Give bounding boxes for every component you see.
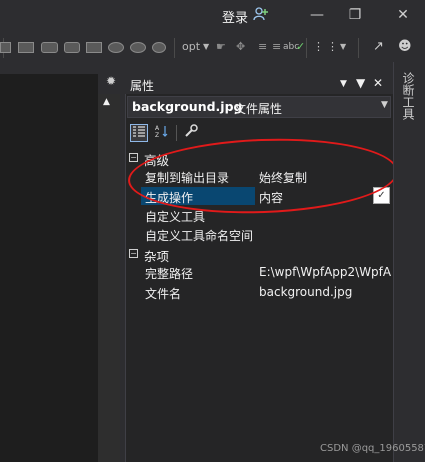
toolbar-separator [358, 38, 359, 58]
chevron-down-icon[interactable]: ▼ [381, 100, 388, 110]
close-icon[interactable]: ✕ [373, 76, 383, 90]
selected-object-name: background.jpg [132, 99, 243, 114]
rect-shape-icon[interactable] [86, 42, 102, 53]
ellipse-shape-icon[interactable] [152, 42, 166, 53]
person-plus-icon[interactable] [253, 6, 269, 22]
categorized-icon[interactable] [130, 124, 148, 142]
properties-header [125, 74, 393, 94]
property-name[interactable]: 自定义工具 [145, 208, 205, 225]
rounded-rect-shape-icon[interactable] [41, 42, 58, 53]
align-icon[interactable]: ≡ [258, 38, 267, 56]
alphabetical-icon[interactable]: AZ [153, 124, 171, 142]
editor-area[interactable] [0, 74, 98, 462]
uncomment-icon[interactable]: ⋮ [327, 38, 338, 56]
chevron-down-icon[interactable]: ▼ [340, 38, 346, 56]
toolbar-separator [174, 38, 175, 58]
pin-icon[interactable]: ▼ [356, 76, 365, 90]
iconbar-separator [176, 125, 177, 141]
close-icon[interactable]: ✕ [392, 6, 414, 24]
check-icon[interactable]: ✓ [296, 38, 305, 56]
category-misc: 杂项 [144, 249, 170, 264]
minimize-icon[interactable]: — [306, 6, 328, 24]
svg-text:A: A [155, 125, 160, 132]
distribute-icon[interactable]: ≡ [272, 38, 281, 56]
wrench-icon[interactable] [182, 124, 200, 142]
diagnostic-tools-tab[interactable]: 诊断工具 [401, 72, 415, 120]
feedback-icon[interactable]: ☻ [398, 38, 412, 56]
selected-object-type: 文件属性 [234, 102, 283, 116]
pan-icon[interactable]: ✥ [236, 38, 245, 56]
properties-title: 属性 [130, 79, 155, 93]
scroll-up-icon[interactable]: ▲ [103, 97, 110, 107]
editor-scrollbar[interactable] [98, 94, 120, 462]
comment-icon[interactable]: ⋮ [313, 38, 324, 56]
chevron-down-icon[interactable]: ▼ [203, 38, 209, 56]
login-link[interactable]: 登录 [222, 7, 248, 26]
rect-shape-icon[interactable] [0, 42, 11, 53]
pointer-icon[interactable]: ☛ [216, 38, 226, 56]
property-value[interactable]: E:\wpf\WpfApp2\WpfA [259, 265, 391, 279]
share-icon[interactable]: ↗ [373, 38, 384, 56]
property-name[interactable]: 自定义工具命名空间 [145, 227, 253, 244]
property-value[interactable]: background.jpg [259, 285, 352, 299]
rounded-rect-shape-icon[interactable] [64, 42, 80, 53]
collapse-icon[interactable]: − [129, 153, 138, 162]
property-name[interactable]: 文件名 [145, 285, 181, 302]
rect-shape-icon[interactable] [18, 42, 34, 53]
ellipse-shape-icon[interactable] [130, 42, 146, 53]
restore-icon[interactable]: ❐ [344, 6, 366, 24]
chevron-down-icon[interactable]: ▼ [340, 79, 347, 89]
ellipse-shape-icon[interactable] [108, 42, 124, 53]
toolbar-separator [306, 38, 307, 58]
collapse-icon[interactable]: − [129, 249, 138, 258]
watermark: CSDN @qq_19605587 [320, 443, 425, 454]
right-tool-strip [393, 62, 425, 462]
gear-icon[interactable]: ✹ [106, 74, 116, 88]
svg-text:Z: Z [155, 132, 159, 138]
property-name[interactable]: 完整路径 [145, 265, 193, 282]
opt-button[interactable]: opt [182, 38, 200, 56]
